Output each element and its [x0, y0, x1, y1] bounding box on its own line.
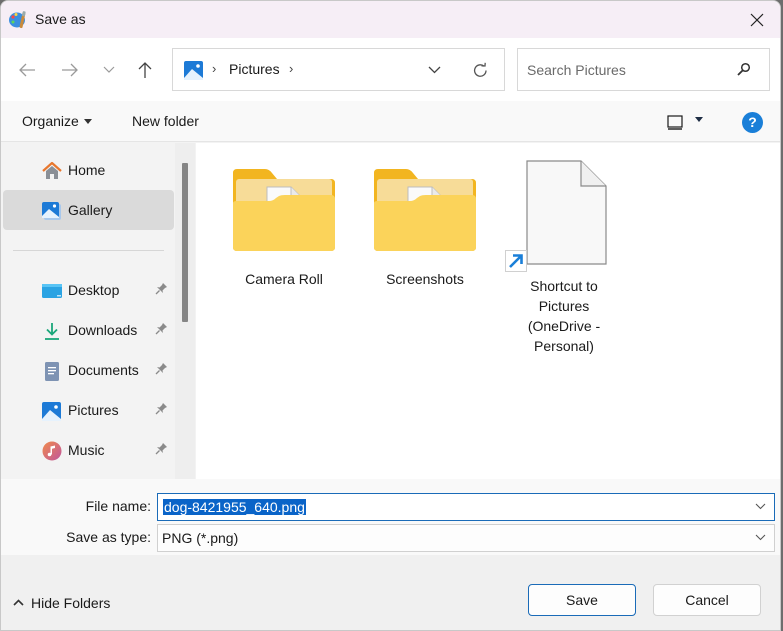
- sidebar-item-label: Music: [68, 442, 105, 458]
- search-icon[interactable]: [736, 62, 751, 80]
- file-name-input[interactable]: dog-8421955_640.png: [157, 493, 775, 521]
- breadcrumb-separator[interactable]: ›: [289, 61, 293, 76]
- save-as-type-select[interactable]: PNG (*.png): [157, 524, 775, 552]
- file-name-label: File name:: [85, 498, 151, 514]
- chevron-down-icon[interactable]: [755, 503, 766, 510]
- help-button[interactable]: ?: [742, 112, 763, 133]
- chevron-down-icon: [755, 534, 766, 541]
- address-bar[interactable]: › Pictures ›: [172, 48, 505, 91]
- document-icon: [42, 361, 62, 381]
- save-button[interactable]: Save: [528, 584, 636, 616]
- pin-icon[interactable]: [155, 322, 168, 338]
- sidebar-item-label: Documents: [68, 362, 139, 378]
- sidebar-item-documents[interactable]: Documents: [3, 350, 174, 390]
- navigation-bar: › Pictures ›: [1, 38, 780, 101]
- sidebar-item-label: Pictures: [68, 402, 119, 418]
- recent-locations-button[interactable]: [93, 54, 125, 86]
- back-button[interactable]: [11, 54, 43, 86]
- sidebar-item-gallery[interactable]: Gallery: [3, 190, 174, 230]
- arrow-up-icon: [138, 62, 152, 78]
- file-item-screenshots[interactable]: Screenshots: [370, 167, 480, 289]
- file-name: Screenshots: [386, 271, 464, 287]
- shortcut-arrow-icon: [505, 250, 527, 272]
- forward-button[interactable]: [54, 54, 86, 86]
- chevron-up-icon: [13, 599, 24, 606]
- title-bar: Save as: [1, 1, 780, 38]
- organize-label: Organize: [22, 113, 79, 129]
- home-icon: [42, 161, 62, 181]
- pictures-icon: [42, 401, 62, 421]
- sidebar-item-label: Home: [68, 162, 106, 178]
- refresh-icon: [473, 62, 487, 77]
- refresh-button[interactable]: [469, 59, 491, 81]
- file-list: Camera Roll Screenshots Shortcut to Pict…: [196, 143, 780, 479]
- close-icon: [750, 13, 764, 26]
- pictures-icon: [184, 61, 203, 83]
- close-button[interactable]: [734, 1, 780, 38]
- up-button[interactable]: [129, 54, 161, 86]
- caret-down-icon: [83, 118, 92, 124]
- chevron-down-icon: [103, 66, 115, 73]
- sidebar-item-desktop[interactable]: Desktop: [3, 270, 174, 310]
- breadcrumb-separator: ›: [212, 61, 217, 76]
- save-as-type-label: Save as type:: [66, 529, 151, 545]
- file-name-value: dog-8421955_640.png: [163, 499, 306, 515]
- navigation-pane: Home Gallery Desktop Downloads Documents…: [1, 143, 175, 479]
- search-input[interactable]: [527, 59, 727, 81]
- address-dropdown-button[interactable]: [423, 59, 445, 81]
- sidebar-item-label: Desktop: [68, 282, 120, 298]
- desktop-icon: [42, 281, 62, 301]
- sidebar-item-music[interactable]: Music: [3, 430, 174, 470]
- arrow-right-icon: [62, 63, 78, 77]
- command-bar: Organize New folder ?: [1, 101, 780, 142]
- file-name-line: (OneDrive -: [527, 318, 601, 334]
- organize-menu-button[interactable]: Organize: [22, 113, 92, 129]
- save-as-type-value: PNG (*.png): [162, 530, 239, 546]
- window-title: Save as: [35, 11, 86, 27]
- pin-icon[interactable]: [155, 442, 168, 458]
- view-layout-icon: [667, 114, 683, 130]
- navigation-pane-scrollbar[interactable]: [175, 143, 195, 479]
- file-name-line: Shortcut to: [530, 278, 598, 294]
- scrollbar-thumb[interactable]: [182, 163, 188, 322]
- folder-icon: [233, 169, 335, 251]
- file-item-camera-roll[interactable]: Camera Roll: [229, 167, 339, 289]
- sidebar-item-downloads[interactable]: Downloads: [3, 310, 174, 350]
- file-icon: [526, 160, 607, 265]
- search-box[interactable]: [517, 48, 770, 91]
- hide-folders-label: Hide Folders: [31, 595, 111, 611]
- breadcrumb-pictures[interactable]: Pictures: [229, 61, 280, 77]
- save-options: File name: dog-8421955_640.png Save as t…: [1, 479, 780, 555]
- cancel-button[interactable]: Cancel: [653, 584, 761, 616]
- file-name: Camera Roll: [245, 271, 323, 287]
- sidebar-item-label: Downloads: [68, 322, 138, 338]
- file-item-shortcut-pictures[interactable]: Shortcut to Pictures (OneDrive - Persona…: [504, 160, 624, 356]
- gallery-icon: [42, 201, 62, 221]
- dialog-footer: Hide Folders Save Cancel: [1, 555, 780, 630]
- download-icon: [42, 321, 62, 341]
- chevron-down-icon: [428, 66, 440, 74]
- file-name-line: Pictures: [538, 298, 590, 314]
- pin-icon[interactable]: [155, 362, 168, 378]
- music-icon: [42, 441, 62, 461]
- pin-icon[interactable]: [155, 402, 168, 418]
- hide-folders-button[interactable]: Hide Folders: [13, 595, 110, 611]
- sidebar-item-pictures[interactable]: Pictures: [3, 390, 174, 430]
- arrow-left-icon: [19, 63, 35, 77]
- sidebar-item-home[interactable]: Home: [3, 150, 174, 190]
- new-folder-button[interactable]: New folder: [132, 113, 199, 129]
- pin-icon[interactable]: [155, 282, 168, 298]
- sidebar-item-label: Gallery: [68, 202, 113, 218]
- paint-palette-icon: [9, 10, 28, 29]
- change-view-button[interactable]: [665, 112, 685, 132]
- save-as-dialog: Save as › Pictures › Search Pictures Org…: [0, 0, 781, 631]
- folder-icon: [374, 169, 476, 251]
- file-name-line: Personal): [534, 338, 594, 354]
- sidebar-divider: [13, 250, 164, 251]
- view-options-dropdown[interactable]: [695, 117, 703, 122]
